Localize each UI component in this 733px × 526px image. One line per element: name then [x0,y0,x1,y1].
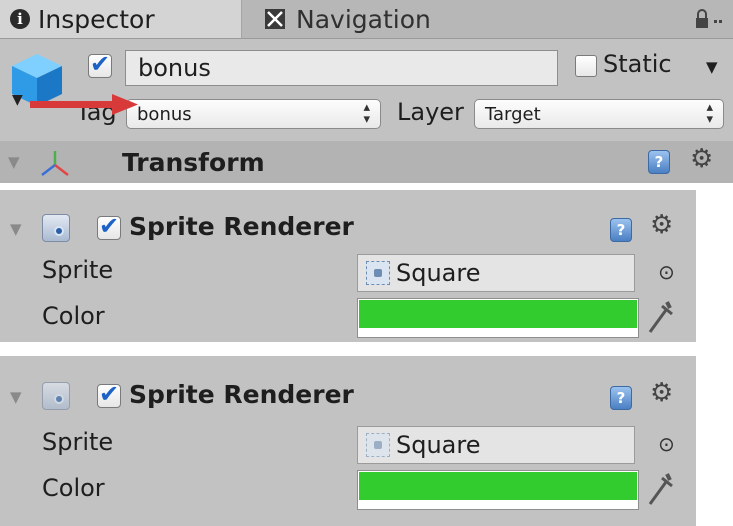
color-field[interactable] [357,470,639,510]
help-icon[interactable]: ? [610,386,632,410]
tab-inspector-label: Inspector [38,4,155,34]
object-picker-icon[interactable]: ⊙ [658,260,675,284]
object-picker-icon[interactable]: ⊙ [658,432,675,456]
static-label: Static [603,50,672,78]
transform-title: Transform [122,148,265,177]
color-field[interactable] [357,298,639,338]
checkmark-icon: ✔ [99,212,120,240]
sprite-label: Sprite [42,256,114,284]
lock-icon[interactable] [694,8,724,30]
component-title: Sprite Renderer [129,212,354,241]
sprite-asset-icon [366,261,390,285]
inspector-panel: i Inspector Navigation ▼ ✔ bonus Static … [0,0,733,183]
layer-dropdown[interactable]: Target ▴ ▾ [474,99,724,129]
sprite-renderer-component-disabled: ▼ ✔ Sprite Renderer ? ⚙ Sprite Square ⊙ … [0,356,696,526]
color-swatch [359,300,637,328]
foldout-arrow-icon[interactable]: ▼ [8,153,20,171]
tag-value: bonus [137,103,192,125]
updown-arrows-icon: ▴ ▾ [363,100,370,127]
layer-value: Target [485,103,541,125]
tab-navigation-label: Navigation [296,4,431,34]
color-swatch [359,472,637,500]
gear-icon[interactable]: ⚙ [690,144,713,174]
annotation-arrow-icon [30,94,138,115]
transform-axes-icon [41,151,69,176]
eyedropper-icon[interactable] [646,472,674,508]
sprite-renderer-icon [42,382,70,410]
sprite-value: Square [396,259,481,287]
static-dropdown-icon[interactable]: ▼ [706,58,718,76]
component-title: Sprite Renderer [129,380,354,409]
tag-dropdown[interactable]: bonus ▴ ▾ [126,99,381,129]
sprite-label: Sprite [42,428,114,456]
sprite-renderer-icon [42,214,70,242]
sprite-renderer-component: ▼ ✔ Sprite Renderer ? ⚙ Sprite Square ⊙ … [0,190,696,342]
checkmark-icon: ✔ [99,380,120,408]
color-label: Color [42,474,105,502]
tab-navigation[interactable]: Navigation [246,0,546,38]
info-icon: i [10,9,30,29]
tab-bar: i Inspector Navigation [0,0,733,39]
foldout-arrow-icon[interactable]: ▼ [10,220,22,238]
checkmark-icon: ✔ [90,50,111,78]
eyedropper-icon[interactable] [646,300,674,336]
component-enabled-checkbox[interactable]: ✔ [97,212,121,240]
tab-inspector[interactable]: i Inspector [0,0,242,38]
help-icon[interactable]: ? [648,150,670,174]
sprite-field[interactable]: Square [357,426,635,464]
object-name-field[interactable]: bonus [125,50,558,86]
help-icon[interactable]: ? [610,218,632,242]
sprite-field[interactable]: Square [357,254,635,292]
active-checkbox[interactable]: ✔ [88,50,112,78]
object-name-value: bonus [138,54,211,82]
color-label: Color [42,302,105,330]
sprite-value: Square [396,431,481,459]
gear-icon[interactable]: ⚙ [650,210,673,240]
component-enabled-checkbox[interactable]: ✔ [97,380,121,408]
static-checkbox[interactable] [575,55,597,77]
foldout-arrow-icon[interactable]: ▼ [10,388,22,406]
navigation-icon [265,9,285,29]
gear-icon[interactable]: ⚙ [650,378,673,408]
layer-label: Layer [397,98,464,126]
sprite-asset-icon [366,433,390,457]
icon-dropdown-arrow-icon[interactable]: ▼ [12,92,23,108]
transform-header[interactable]: ▼ Transform ? ⚙ [0,141,733,183]
updown-arrows-icon: ▴ ▾ [706,100,713,127]
